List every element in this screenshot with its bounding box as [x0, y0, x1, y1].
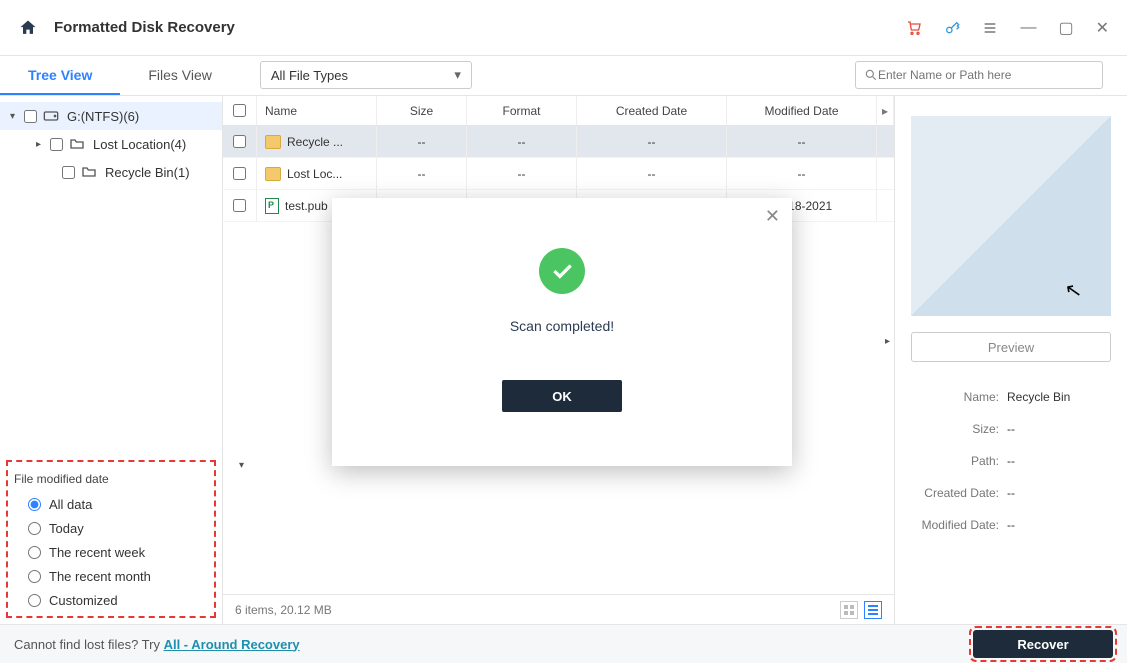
- meta-modified: --: [1007, 518, 1015, 532]
- folder-icon: [265, 167, 281, 181]
- folder-icon: [81, 166, 99, 178]
- preview-button[interactable]: Preview: [911, 332, 1111, 362]
- file-type-select[interactable]: All File Types ▾: [260, 61, 472, 89]
- drive-icon: [43, 110, 61, 122]
- preview-panel: ▸ Preview Name:Recycle Bin Size:-- Path:…: [895, 96, 1127, 624]
- status-bar: 6 items, 20.12 MB: [223, 594, 894, 624]
- row-checkbox[interactable]: [233, 199, 246, 212]
- collapse-panel-icon[interactable]: ▸: [885, 336, 890, 347]
- tree-node-root[interactable]: ▾ G:(NTFS)(6): [0, 102, 222, 130]
- col-created[interactable]: Created Date: [577, 96, 727, 125]
- col-format[interactable]: Format: [467, 96, 577, 125]
- recover-button[interactable]: Recover: [973, 630, 1113, 658]
- maximize-button[interactable]: ▢: [1058, 18, 1073, 38]
- filter-title: File modified date: [14, 472, 208, 486]
- tree-checkbox[interactable]: [50, 138, 63, 151]
- sidebar: ▾ G:(NTFS)(6) ▸ Lost Location(4) Recycle…: [0, 96, 223, 624]
- search-icon: [864, 68, 878, 82]
- tree-checkbox[interactable]: [24, 110, 37, 123]
- dialog-message: Scan completed!: [510, 318, 614, 334]
- filter-option-month[interactable]: The recent month: [14, 564, 208, 588]
- table-row[interactable]: Lost Loc... -- -- -- --: [223, 158, 894, 190]
- tree-node-recycle-bin[interactable]: Recycle Bin(1): [0, 158, 222, 186]
- grid-view-icon[interactable]: [840, 601, 858, 619]
- tree-label: Lost Location(4): [93, 137, 186, 152]
- footer: Cannot find lost files? Try All - Around…: [0, 624, 1127, 663]
- home-icon[interactable]: [18, 18, 38, 38]
- app-title: Formatted Disk Recovery: [54, 19, 235, 36]
- file-type-value: All File Types: [271, 68, 348, 83]
- cart-icon[interactable]: [906, 20, 922, 36]
- select-all-checkbox[interactable]: [233, 104, 246, 117]
- search-field[interactable]: [855, 61, 1103, 89]
- col-size[interactable]: Size: [377, 96, 467, 125]
- table-row[interactable]: Recycle ... -- -- -- --: [223, 126, 894, 158]
- footer-hint: Cannot find lost files? Try All - Around…: [14, 637, 300, 652]
- scroll-right-icon[interactable]: ▸: [877, 96, 894, 125]
- tree-label: Recycle Bin(1): [105, 165, 190, 180]
- tab-files-view[interactable]: Files View: [120, 67, 240, 95]
- row-checkbox[interactable]: [233, 167, 246, 180]
- success-check-icon: [539, 248, 585, 294]
- folder-icon: [69, 138, 87, 150]
- scan-complete-dialog: ✕ Scan completed! OK: [332, 198, 792, 466]
- key-icon[interactable]: [944, 20, 960, 36]
- title-bar: Formatted Disk Recovery — ▢ ✕: [0, 0, 1127, 56]
- tree-checkbox[interactable]: [62, 166, 75, 179]
- ok-button[interactable]: OK: [502, 380, 622, 412]
- tree-node-lost-location[interactable]: ▸ Lost Location(4): [0, 130, 222, 158]
- all-around-recovery-link[interactable]: All - Around Recovery: [164, 637, 300, 652]
- col-name[interactable]: Name: [257, 96, 377, 125]
- filter-option-week[interactable]: The recent week: [14, 540, 208, 564]
- row-checkbox[interactable]: [233, 135, 246, 148]
- meta-name: Recycle Bin: [1007, 390, 1070, 404]
- table-header: Name Size Format Created Date Modified D…: [223, 96, 894, 126]
- collapse-icon[interactable]: ▾: [10, 111, 24, 122]
- col-modified[interactable]: Modified Date: [727, 96, 877, 125]
- search-input[interactable]: [878, 68, 1094, 82]
- close-icon[interactable]: ✕: [765, 206, 780, 227]
- toolbar: Tree View Files View All File Types ▾: [0, 56, 1127, 96]
- menu-icon[interactable]: [982, 20, 998, 36]
- meta-path: --: [1007, 454, 1015, 468]
- tree: ▾ G:(NTFS)(6) ▸ Lost Location(4) Recycle…: [0, 96, 222, 454]
- filter-option-custom[interactable]: Customized: [14, 588, 208, 612]
- meta-created: --: [1007, 486, 1015, 500]
- filter-panel: File modified date All data Today The re…: [6, 460, 216, 618]
- publisher-file-icon: [265, 198, 279, 214]
- folder-icon: [265, 135, 281, 149]
- tab-tree-view[interactable]: Tree View: [0, 67, 120, 95]
- expand-icon[interactable]: ▸: [36, 139, 50, 150]
- meta-size: --: [1007, 422, 1015, 436]
- filter-option-all[interactable]: All data: [14, 492, 208, 516]
- minimize-button[interactable]: —: [1020, 19, 1036, 37]
- tree-label: G:(NTFS)(6): [67, 109, 139, 124]
- status-text: 6 items, 20.12 MB: [235, 603, 332, 617]
- chevron-down-icon: ▾: [454, 67, 461, 83]
- list-view-icon[interactable]: [864, 601, 882, 619]
- filter-option-today[interactable]: Today: [14, 516, 208, 540]
- close-button[interactable]: ✕: [1096, 18, 1109, 38]
